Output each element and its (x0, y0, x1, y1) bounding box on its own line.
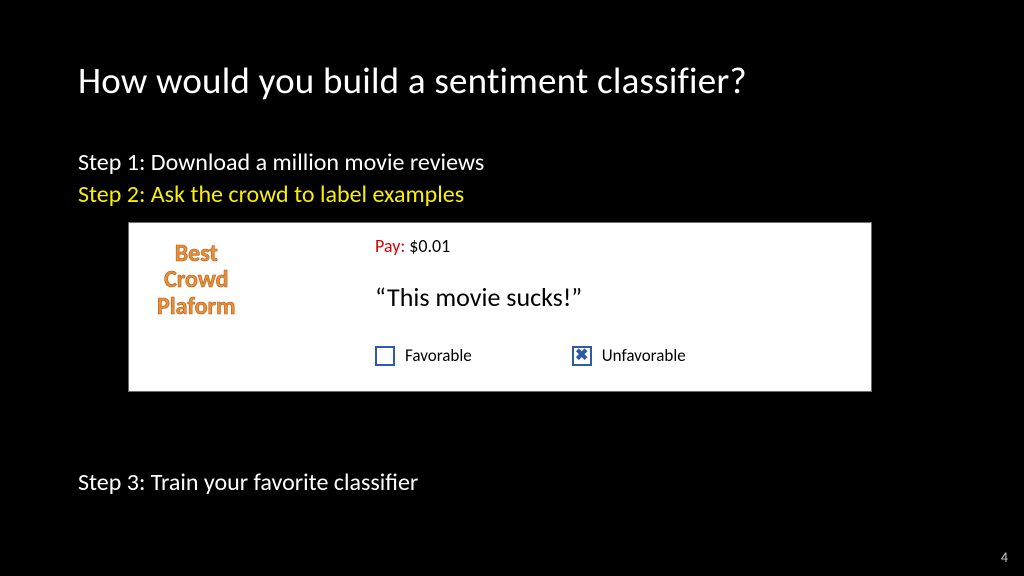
platform-logo-line: Plaform (157, 294, 236, 320)
pay-label: Pay: (375, 235, 405, 257)
pay-row: Pay: $0.01 (375, 235, 450, 257)
option-unfavorable-label: Unfavorable (602, 345, 686, 366)
options-row: Favorable ✖ Unfavorable (375, 345, 686, 366)
step-2: Step 2: Ask the crowd to label examples (78, 180, 464, 209)
platform-logo: Best Crowd Plaform (157, 241, 236, 320)
page-number: 4 (1001, 549, 1008, 566)
platform-logo-line: Crowd (157, 267, 236, 293)
step-3: Step 3: Train your favorite classifier (78, 468, 418, 497)
checkbox-unfavorable[interactable]: ✖ (572, 346, 592, 366)
step-1: Step 1: Download a million movie reviews (78, 148, 484, 177)
x-mark-icon: ✖ (575, 348, 588, 364)
checkbox-favorable[interactable] (375, 346, 395, 366)
option-unfavorable[interactable]: ✖ Unfavorable (572, 345, 686, 366)
slide: How would you build a sentiment classifi… (0, 0, 1024, 576)
option-favorable[interactable]: Favorable (375, 345, 472, 366)
review-quote: “This movie sucks!” (375, 281, 582, 313)
platform-logo-line: Best (157, 241, 236, 267)
crowd-task-card: Best Crowd Plaform Pay: $0.01 “This movi… (128, 222, 872, 392)
option-favorable-label: Favorable (405, 345, 472, 366)
slide-title: How would you build a sentiment classifi… (78, 58, 747, 103)
pay-value: $0.01 (405, 235, 450, 257)
